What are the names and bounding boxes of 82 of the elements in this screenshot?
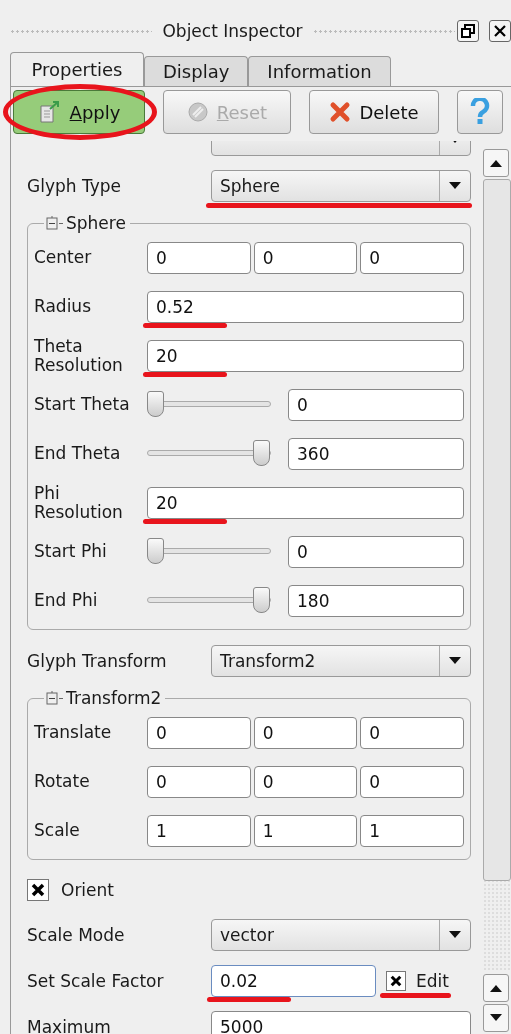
property-label: Glyph Type (27, 176, 122, 196)
property-label: Center (34, 248, 93, 267)
slider-thumb[interactable] (253, 586, 270, 613)
property-label: Glyph Transform (27, 651, 168, 671)
group-title: Sphere (66, 213, 126, 233)
input-field[interactable]: 20 (147, 486, 464, 519)
down-arrow-icon (490, 1014, 502, 1022)
collapse-icon[interactable] (46, 216, 66, 230)
input-field[interactable]: 0 (147, 765, 251, 798)
help-icon (469, 98, 491, 126)
property-label: Set Scale Factor (27, 971, 165, 991)
reset-icon (186, 101, 209, 123)
caret-icon (449, 931, 461, 939)
slider-thumb[interactable] (147, 390, 164, 417)
slider[interactable] (147, 439, 271, 468)
input-field[interactable]: 1 (360, 814, 464, 847)
scroll-up-button[interactable] (483, 974, 509, 1002)
up-arrow-icon (490, 159, 502, 167)
drag-grip[interactable] (312, 28, 455, 34)
input-field[interactable]: 0 (147, 716, 251, 749)
close-icon (493, 24, 507, 38)
window-title: Object Inspector (162, 21, 303, 41)
slider-thumb[interactable] (253, 439, 270, 466)
input-field[interactable]: 0 (253, 716, 358, 749)
property-label: Radius (34, 297, 92, 316)
slider[interactable] (147, 390, 271, 419)
input-field[interactable]: 180 (288, 584, 464, 617)
delete-icon (329, 101, 352, 123)
input-field[interactable]: 1 (147, 814, 251, 847)
scrollbar-thumb[interactable] (483, 179, 511, 881)
tab[interactable]: Display (144, 56, 249, 86)
property-label: Start Theta (34, 395, 131, 414)
property-label: Start Phi (34, 542, 108, 561)
help-button[interactable] (457, 90, 503, 134)
scroll-down-button[interactable] (483, 1004, 509, 1032)
float-icon (461, 24, 475, 38)
float-button[interactable] (457, 20, 479, 42)
property-label: End Phi (34, 591, 99, 610)
property-label: Phi Resolution (34, 483, 124, 522)
input-field[interactable]: 0 (288, 388, 464, 421)
tab[interactable]: Information (248, 56, 391, 86)
checkbox-label: Orient (61, 880, 114, 900)
close-button[interactable] (489, 20, 511, 42)
input-field[interactable]: 5000 (211, 1011, 471, 1034)
input-field[interactable]: 0.02 (211, 965, 376, 997)
input-field[interactable]: 0 (360, 716, 464, 749)
slider-thumb[interactable] (147, 537, 164, 564)
input-field[interactable]: 20 (147, 339, 464, 372)
apply-button[interactable]: Apply (13, 90, 145, 134)
property-label: End Theta (34, 444, 122, 463)
property-label: Theta Resolution (34, 336, 124, 375)
input-field[interactable]: 0 (288, 535, 464, 568)
caret-icon (449, 657, 461, 665)
up-arrow-icon (490, 984, 502, 992)
checkbox[interactable] (386, 971, 406, 991)
input-field[interactable]: 1 (253, 814, 358, 847)
tab[interactable]: Properties (10, 52, 144, 86)
checkbox-label: Edit (416, 971, 449, 991)
property-label: Translate (34, 723, 113, 742)
delete-button[interactable]: Delete (309, 90, 439, 134)
dropdown[interactable]: Transform2 (211, 645, 471, 677)
property-label: Scale Mode (27, 925, 126, 945)
property-label: Scale (34, 821, 81, 840)
group-title: Transform2 (66, 688, 162, 708)
scroll-up-button[interactable] (483, 149, 509, 177)
input-field[interactable]: 0 (360, 241, 464, 274)
property-label: Rotate (34, 772, 91, 791)
property-label: Maximum (27, 1017, 112, 1034)
collapse-icon[interactable] (46, 691, 66, 705)
input-field[interactable]: 0 (360, 765, 464, 798)
input-field[interactable]: 0 (147, 241, 251, 274)
input-field[interactable]: 360 (288, 437, 464, 470)
drag-grip[interactable] (10, 28, 153, 34)
slider[interactable] (147, 586, 271, 615)
input-field[interactable]: 0 (253, 241, 358, 274)
caret-icon (449, 182, 461, 190)
input-field[interactable]: 0.52 (147, 290, 464, 323)
dropdown[interactable]: vector (211, 919, 471, 951)
document-arrow-icon (37, 100, 62, 124)
slider[interactable] (147, 537, 271, 566)
checkbox[interactable] (27, 879, 49, 901)
input-field[interactable]: 0 (253, 765, 358, 798)
